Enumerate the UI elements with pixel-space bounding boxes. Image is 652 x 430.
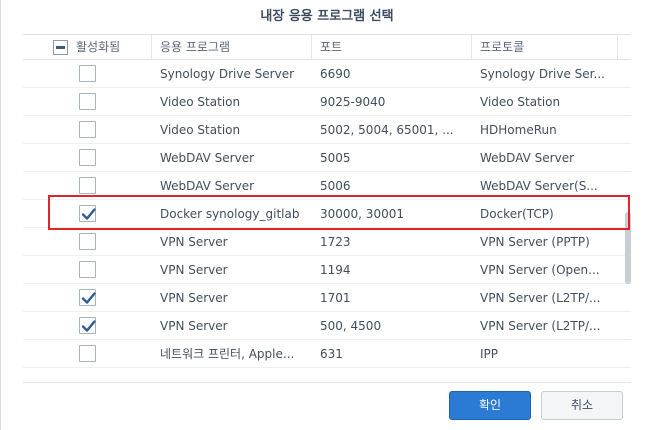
protocol-cell: WebDAV Server [480,151,575,165]
app-name-cell: VPN Server [160,263,228,277]
enable-checkbox[interactable] [79,65,96,82]
enable-checkbox[interactable] [79,205,96,222]
app-name-cell: VPN Server [160,319,228,333]
enable-checkbox[interactable] [79,233,96,250]
table-row[interactable]: Synology Drive Server 6690 Synology Drive … [23,60,631,88]
table-row[interactable]: Video Station 9025-9040 Video Station [23,88,631,116]
port-cell: 1194 [320,263,351,277]
enable-checkbox[interactable] [79,121,96,138]
dialog-title: 내장 응용 프로그램 선택 [260,9,394,24]
protocol-cell: Synology Drive Ser... [480,67,605,81]
protocol-cell: HDHomeRun [480,123,557,137]
table-row[interactable]: VPN Server 1701 VPN Server (L2TP/... [23,284,631,312]
port-cell: 6690 [320,67,351,81]
app-name-cell: Video Station [160,123,241,137]
scrollbar[interactable] [625,60,632,382]
port-cell: 9025-9040 [320,95,386,109]
app-name-cell: Docker synology_gitlab [160,207,300,221]
column-header-port[interactable]: 포트 [311,35,471,59]
port-cell: 5005 [320,151,351,165]
enable-checkbox[interactable] [79,345,96,362]
cancel-button[interactable]: 취소 [541,391,623,420]
port-cell: 1723 [320,235,351,249]
port-cell: 631 [320,347,343,361]
enable-checkbox[interactable] [79,289,96,306]
app-name-cell: VPN Server [160,235,228,249]
column-header-protocol[interactable]: 프로토콜 [471,35,617,59]
protocol-cell: VPN Server (Open... [480,263,600,277]
scrollbar-thumb[interactable] [625,212,631,284]
ok-button[interactable]: 확인 [449,391,531,420]
table-row[interactable]: VPN Server 1194 VPN Server (Open... [23,256,631,284]
checkmark-icon [81,292,96,304]
enable-checkbox[interactable] [79,93,96,110]
port-cell: 500, 4500 [320,319,382,333]
select-builtin-app-dialog: 내장 응용 프로그램 선택 활성화됨 응용 프로그램 포트 프로토콜 Synol… [0,0,652,430]
app-list: Synology Drive Server 6690 Synology Drive … [23,60,631,382]
column-header-app[interactable]: 응용 프로그램 [151,35,311,59]
indeterminate-icon [56,46,65,49]
checkmark-icon [81,320,96,332]
protocol-cell: VPN Server (L2TP/... [480,319,601,333]
port-cell: 1701 [320,291,351,305]
column-header-spacer [617,35,631,59]
table-row[interactable]: VPN Server 500, 4500 VPN Server (L2TP/... [23,312,631,340]
protocol-cell: IPP [480,347,499,361]
footer-divider [23,382,631,383]
table-row[interactable]: WebDAV Server 5006 WebDAV Server(S... [23,172,631,200]
app-name-cell: Video Station [160,95,241,109]
port-cell: 5002, 5004, 65001, ... [320,123,454,137]
protocol-cell: Docker(TCP) [480,207,554,221]
app-name-cell: Synology Drive Server [160,67,295,81]
port-cell: 30000, 30001 [320,207,404,221]
port-cell: 5006 [320,179,351,193]
checkmark-icon [81,208,96,220]
table-row[interactable]: VPN Server 1723 VPN Server (PPTP) [23,228,631,256]
protocol-cell: Video Station [480,95,561,109]
protocol-cell: VPN Server (L2TP/... [480,291,601,305]
app-name-cell: VPN Server [160,291,228,305]
table-row[interactable]: WebDAV Server 5005 WebDAV Server [23,144,631,172]
enable-checkbox[interactable] [79,177,96,194]
table-row[interactable]: Video Station 5002, 5004, 65001, ... HDHom… [23,116,631,144]
app-name-cell: WebDAV Server [160,179,255,193]
protocol-cell: WebDAV Server(S... [480,179,598,193]
table-row[interactable]: 네트워크 프린터, Apple... 631 IPP [23,340,631,368]
enable-checkbox[interactable] [79,261,96,278]
enable-checkbox[interactable] [79,149,96,166]
enable-checkbox[interactable] [79,317,96,334]
column-header-enabled[interactable]: 활성화됨 [76,35,120,59]
select-all-checkbox[interactable] [53,40,68,55]
app-name-cell: 네트워크 프린터, Apple... [160,347,295,361]
app-name-cell: WebDAV Server [160,151,255,165]
table-header: 활성화됨 응용 프로그램 포트 프로토콜 [23,34,631,60]
protocol-cell: VPN Server (PPTP) [480,235,590,249]
table-row[interactable]: Docker synology_gitlab 30000, 30001 Docker… [23,200,631,228]
